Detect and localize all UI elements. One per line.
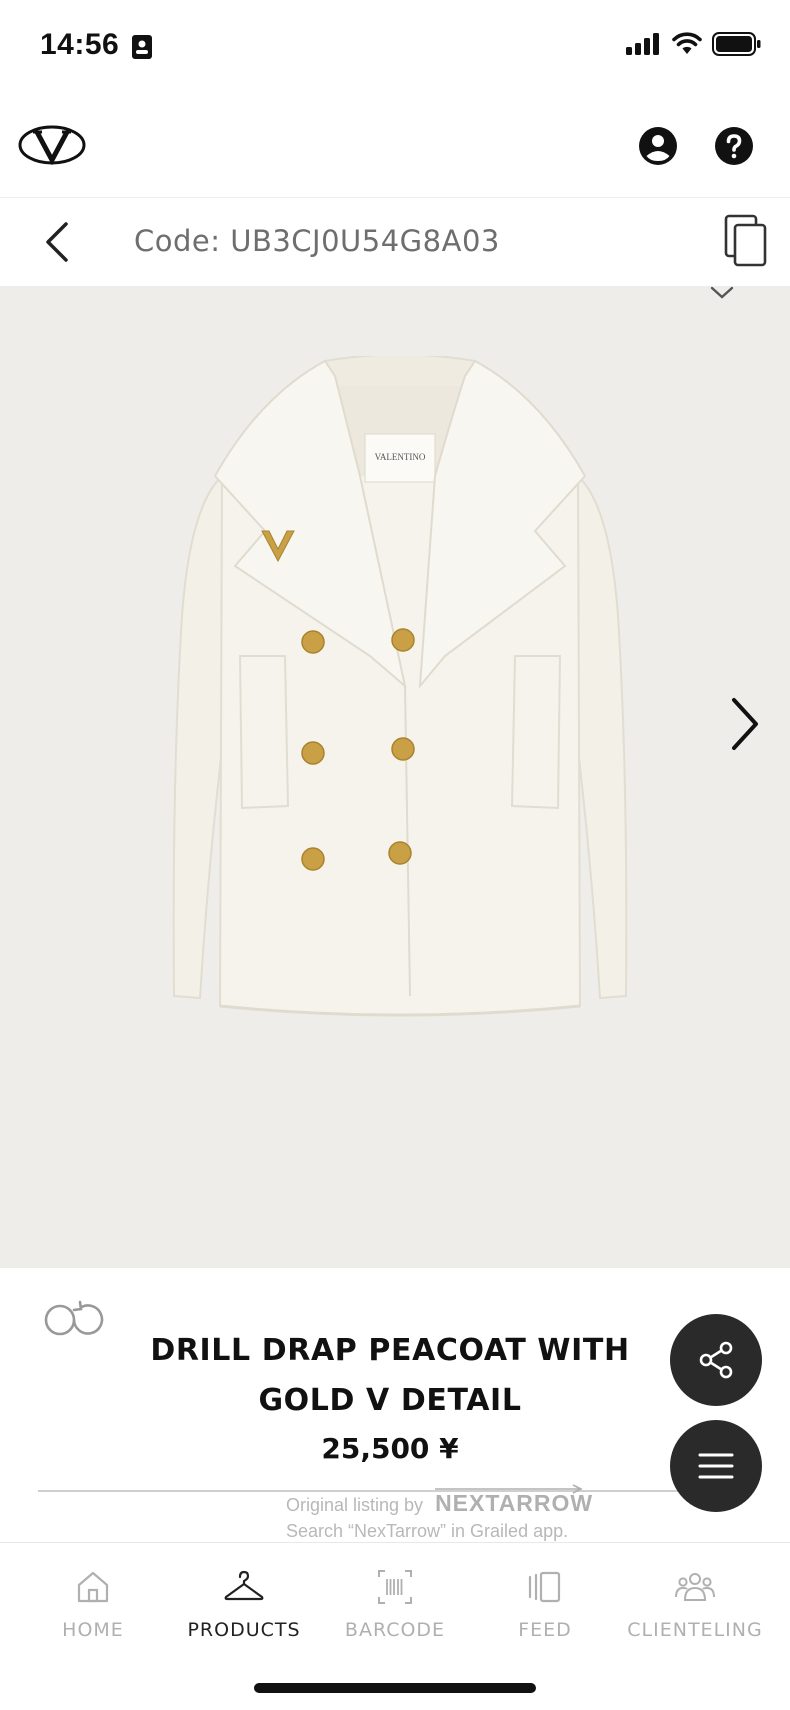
product-image-carousel[interactable]: VALENTINO: [0, 286, 790, 1268]
feed-icon: [528, 1571, 561, 1603]
next-image-chevron-icon[interactable]: [728, 694, 762, 754]
chevron-down-icon[interactable]: [710, 286, 734, 300]
account-icon[interactable]: [638, 126, 678, 166]
share-button[interactable]: [670, 1314, 762, 1406]
tab-feed[interactable]: FEED: [470, 1557, 620, 1657]
product-photo-peacoat: VALENTINO: [172, 356, 628, 1017]
people-icon: [675, 1573, 715, 1601]
wifi-icon: [672, 32, 702, 54]
help-icon[interactable]: [714, 126, 754, 166]
menu-button[interactable]: [670, 1420, 762, 1512]
bottom-tab-bar: HOME PRODUCTS BARCODE FEED CLIENTELING: [0, 1542, 790, 1672]
copy-icon[interactable]: [724, 214, 768, 268]
product-title: DRILL DRAP PEACOAT WITH GOLD V DETAIL: [150, 1333, 630, 1418]
tab-home[interactable]: HOME: [18, 1557, 168, 1657]
hamburger-icon: [698, 1453, 734, 1479]
id-card-icon: [132, 35, 152, 59]
tab-barcode[interactable]: BARCODE: [320, 1557, 470, 1657]
home-indicator: [254, 1683, 536, 1693]
watermark-brand: NEXTARROW: [435, 1484, 593, 1517]
compare-icon[interactable]: [40, 1298, 106, 1338]
status-time: 14:56: [40, 28, 120, 61]
tab-products[interactable]: PRODUCTS: [169, 1557, 319, 1657]
watermark-prefix: Original listing by: [286, 1495, 424, 1515]
valentino-v-logo[interactable]: [18, 124, 86, 166]
share-icon: [699, 1341, 733, 1379]
watermark: Original listing by NEXTARROW Search “Ne…: [286, 1484, 593, 1542]
status-indicators: [626, 32, 762, 56]
tab-clienteling-label: CLIENTELING: [627, 1619, 763, 1641]
tab-barcode-label: BARCODE: [344, 1619, 446, 1641]
signal-icon: [626, 33, 659, 55]
watermark-line2: Search “NexTarrow” in Grailed app.: [286, 1521, 569, 1541]
product-price: 25,500 ¥: [321, 1432, 459, 1465]
home-icon: [77, 1571, 109, 1603]
app-header: [0, 100, 790, 198]
hanger-icon: [224, 1570, 264, 1601]
tab-clienteling[interactable]: CLIENTELING: [620, 1557, 770, 1657]
battery-icon: [712, 32, 761, 56]
tab-home-label: HOME: [62, 1619, 124, 1641]
product-code: Code: UB3CJ0U54G8A03: [134, 224, 500, 258]
barcode-icon: [378, 1570, 412, 1604]
tab-products-label: PRODUCTS: [187, 1619, 301, 1641]
status-bar: 14:56: [0, 0, 790, 96]
back-chevron-icon[interactable]: [40, 218, 76, 266]
code-bar: Code: UB3CJ0U54G8A03: [0, 198, 790, 286]
svg-text:VALENTINO: VALENTINO: [375, 452, 426, 462]
arrow-right-icon: [435, 1484, 583, 1494]
tab-feed-label: FEED: [518, 1619, 572, 1641]
